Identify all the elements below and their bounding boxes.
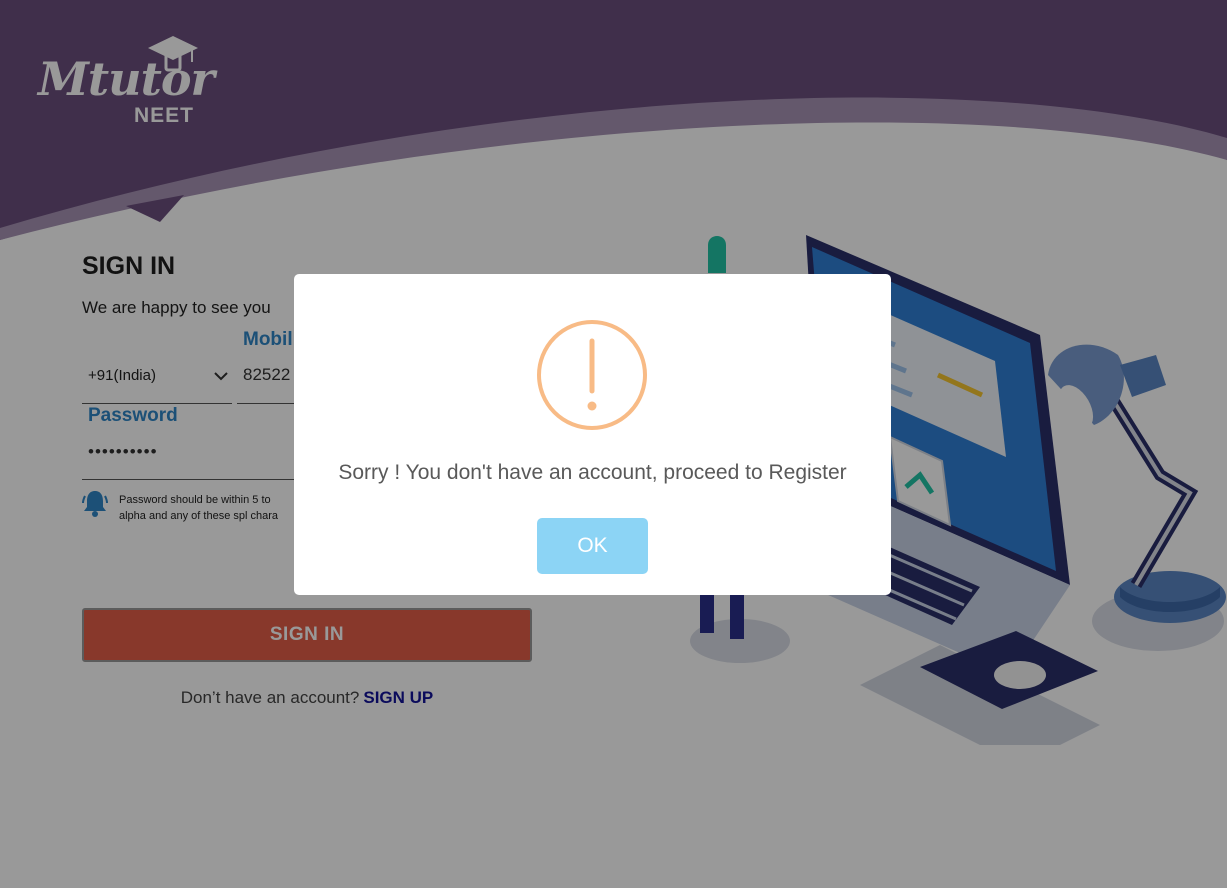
ok-button[interactable]: OK <box>537 518 648 574</box>
alert-message: Sorry ! You don't have an account, proce… <box>338 461 847 484</box>
warning-icon <box>537 320 647 430</box>
alert-dialog: Sorry ! You don't have an account, proce… <box>294 274 891 595</box>
login-page: Mtutor NEET SIGN IN We are happy to see … <box>0 0 1227 888</box>
